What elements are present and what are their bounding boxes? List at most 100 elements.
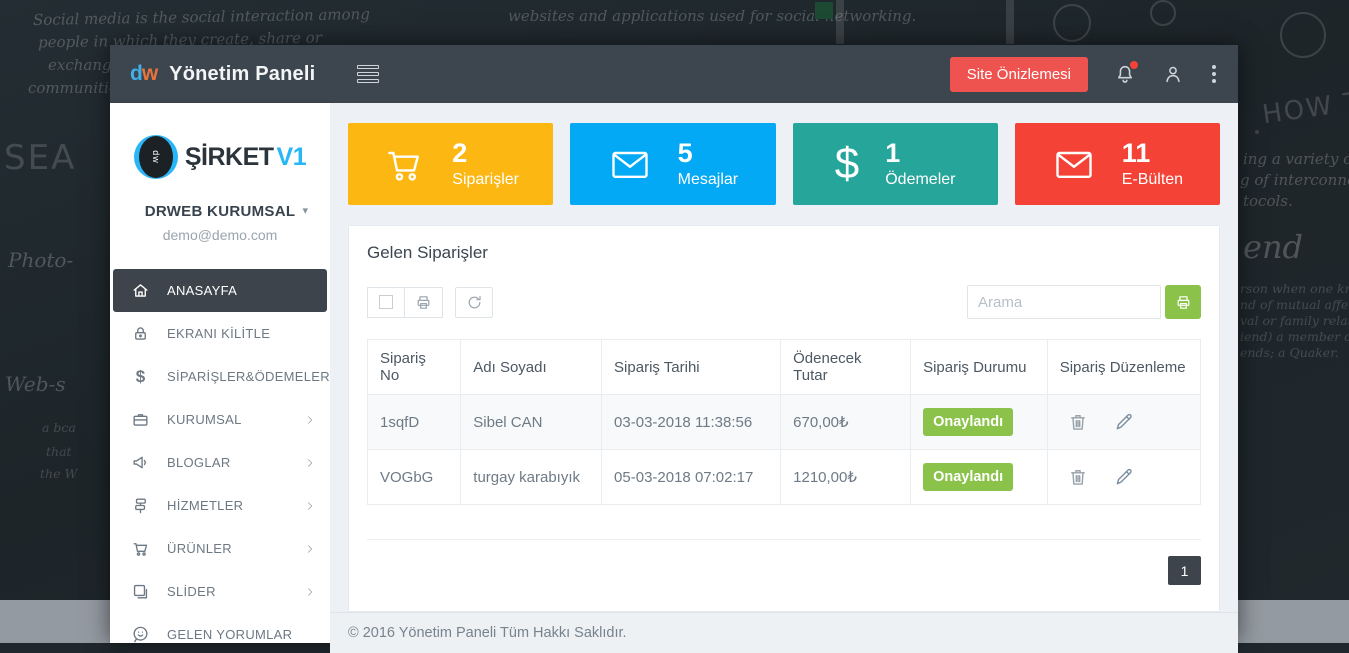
account-name: DRWEB KURUMSAL	[110, 203, 330, 220]
stat-label: E-Bülten	[1122, 171, 1183, 189]
kebab-menu-icon[interactable]	[1210, 63, 1218, 85]
chevron-right-icon	[304, 543, 316, 555]
chalk-text: tocols.	[1243, 192, 1293, 210]
account-email: demo@demo.com	[110, 227, 330, 243]
column-header: Sipariş Durumu	[911, 340, 1048, 395]
column-header: Sipariş No	[368, 340, 461, 395]
refresh-icon	[466, 294, 483, 311]
divider	[367, 539, 1201, 540]
dw-logo-icon: dw	[130, 62, 157, 86]
stat-value: 11	[1122, 139, 1183, 169]
stat-card-odemeler[interactable]: $ 1 Ödemeler	[793, 123, 998, 205]
pagination: 1	[367, 556, 1201, 585]
checkbox[interactable]	[379, 295, 393, 309]
notification-badge	[1130, 61, 1138, 69]
chalk-text: rson when one knows	[1240, 281, 1349, 296]
layers-icon	[131, 582, 150, 601]
stat-value: 1	[885, 139, 955, 169]
header-logo[interactable]: dw Yönetim Paneli	[130, 62, 315, 86]
search-print-button[interactable]	[1165, 285, 1201, 319]
trash-icon[interactable]	[1068, 412, 1088, 432]
printer-icon	[1175, 294, 1192, 311]
pencil-icon[interactable]	[1114, 412, 1134, 432]
account-dropdown[interactable]: DRWEB KURUMSAL ▾ demo@demo.com	[110, 203, 330, 243]
order-no: VOGbG	[368, 450, 461, 505]
sidebar-item-hizmetler[interactable]: HİZMETLER	[110, 484, 330, 527]
status-badge: Onaylandı	[923, 408, 1013, 436]
chalk-text: g of interconnected	[1240, 171, 1349, 189]
chalk-text: websites and applications used for socia…	[508, 7, 916, 25]
sidebar-item-ekrani-kilitle[interactable]: EKRANI KİLİTLE	[110, 312, 330, 355]
stat-card-siparisler[interactable]: 2 Siparişler	[348, 123, 553, 205]
chalk-text: ing a variety of	[1243, 150, 1349, 168]
sidebar-nav: ANASAYFA EKRANI KİLİTLE $ SİPARİŞLER&ÖDE…	[110, 269, 330, 643]
chalk-text: val or family relations	[1240, 313, 1349, 328]
sidebar-item-kurumsal[interactable]: KURUMSAL	[110, 398, 330, 441]
sidebar-item-siparisler-odemeler[interactable]: $ SİPARİŞLER&ÖDEMELER	[110, 355, 330, 398]
order-no: 1sqfD	[368, 395, 461, 450]
home-icon	[131, 281, 150, 300]
sidebar-item-gelen-yorumlar[interactable]: GELEN YORUMLAR	[110, 613, 330, 643]
stat-card-mesajlar[interactable]: 5 Mesajlar	[570, 123, 775, 205]
stat-value: 5	[678, 139, 738, 169]
lock-icon	[131, 324, 150, 343]
chalk-text: Web-s	[5, 372, 66, 396]
chevron-right-icon	[304, 457, 316, 469]
chalk-doodle	[836, 0, 844, 44]
chalk-doodle	[1280, 12, 1326, 58]
chalk-text: ends; a Quaker.	[1240, 345, 1339, 360]
logo-version-text: V1	[277, 143, 307, 171]
copyright-text: © 2016 Yönetim Paneli Tüm Hakkı Saklıdır…	[348, 625, 627, 641]
logo-brand-text: ŞİRKET	[185, 143, 274, 171]
order-name: turgay karabıyık	[461, 450, 602, 505]
comment-smile-icon	[131, 625, 150, 643]
sidebar: dw ŞİRKETV1 DRWEB KURUMSAL ▾ demo@demo.c…	[110, 103, 330, 643]
sidebar-item-urunler[interactable]: ÜRÜNLER	[110, 527, 330, 570]
chevron-right-icon	[304, 586, 316, 598]
company-logo: dw ŞİRKETV1	[110, 135, 330, 179]
chalk-doodle	[1053, 4, 1091, 42]
trash-icon[interactable]	[1068, 467, 1088, 487]
dollar-icon: $	[835, 142, 859, 186]
cart-icon	[131, 539, 150, 558]
chalk-doodle	[815, 2, 833, 19]
bell-icon[interactable]	[1114, 63, 1136, 85]
select-all-button[interactable]	[367, 287, 405, 318]
site-preview-button[interactable]: Site Önizlemesi	[950, 57, 1088, 92]
sidebar-item-slider[interactable]: SLİDER	[110, 570, 330, 613]
user-icon[interactable]	[1162, 63, 1184, 85]
chalk-text: communitie	[28, 79, 118, 97]
footer: © 2016 Yönetim Paneli Tüm Hakkı Saklıdır…	[330, 612, 1238, 653]
orders-table: Sipariş No Adı Soyadı Sipariş Tarihi Öde…	[367, 339, 1201, 505]
company-logo-icon: dw	[134, 135, 178, 179]
chalk-text: the W	[40, 466, 77, 481]
refresh-button[interactable]	[455, 287, 493, 318]
cart-icon	[382, 142, 426, 186]
order-date: 05-03-2018 07:02:17	[602, 450, 781, 505]
admin-app-window: dw Yönetim Paneli Site Önizlemesi dw ŞİR…	[110, 45, 1238, 643]
dollar-icon: $	[131, 367, 150, 386]
chevron-down-icon: ▾	[302, 204, 308, 217]
table-row: VOGbG turgay karabıyık 05-03-2018 07:02:…	[368, 450, 1201, 505]
column-header: Adı Soyadı	[461, 340, 602, 395]
sidebar-item-anasayfa[interactable]: ANASAYFA	[113, 269, 327, 312]
stat-label: Mesajlar	[678, 171, 738, 189]
menu-icon[interactable]	[357, 65, 379, 83]
search-input[interactable]	[967, 285, 1161, 319]
pencil-icon[interactable]	[1114, 467, 1134, 487]
chalk-text: SEA	[4, 138, 76, 178]
chalk-text: nd of mutual affection,	[1240, 297, 1349, 312]
stat-label: Siparişler	[452, 171, 519, 189]
chalk-doodle	[1006, 0, 1014, 44]
briefcase-icon	[131, 410, 150, 429]
order-name: Sibel CAN	[461, 395, 602, 450]
page-1-button[interactable]: 1	[1168, 556, 1201, 585]
print-button[interactable]	[405, 287, 443, 318]
sidebar-item-bloglar[interactable]: BLOGLAR	[110, 441, 330, 484]
chalk-text: that	[46, 444, 72, 459]
orders-panel: Gelen Siparişler	[348, 225, 1220, 612]
stat-card-ebulten[interactable]: 11 E-Bülten	[1015, 123, 1220, 205]
top-header: dw Yönetim Paneli Site Önizlemesi	[110, 45, 1238, 103]
table-toolbar	[367, 285, 1201, 319]
table-row: 1sqfD Sibel CAN 03-03-2018 11:38:56 670,…	[368, 395, 1201, 450]
